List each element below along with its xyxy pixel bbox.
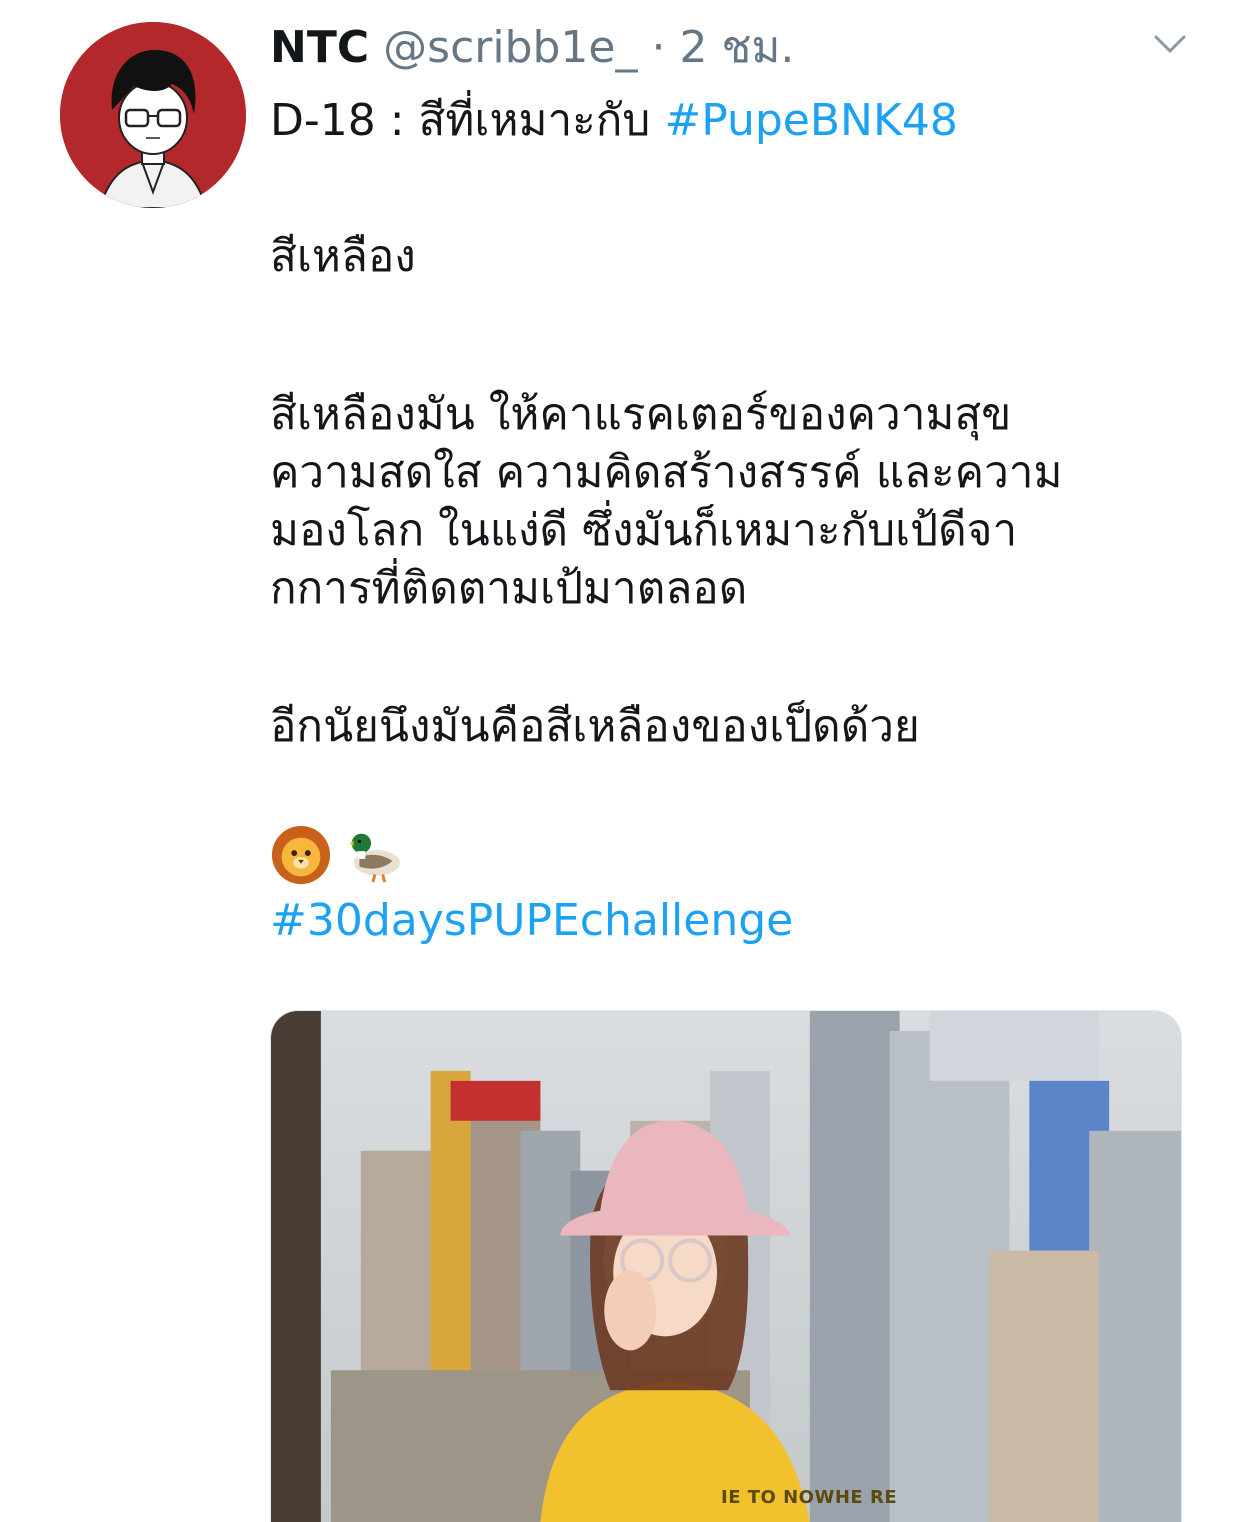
shirt-text: IE TO NOWHE RE <box>721 1487 898 1508</box>
display-name[interactable]: NTC <box>270 22 369 73</box>
user-handle[interactable]: @scribb1e_ <box>383 22 637 73</box>
avatar[interactable] <box>60 22 246 208</box>
hashtag-link[interactable]: #30daysPUPEchallenge <box>270 892 1200 950</box>
duck-emoji <box>342 824 404 886</box>
chevron-down-icon[interactable] <box>1150 26 1190 62</box>
paragraph-2-line: ความสดใส ความคิดสร้างสรรค์ และความ <box>270 447 1063 498</box>
tweet-photo[interactable]: IE TO NOWHE RE <box>270 1010 1182 1522</box>
emoji-row <box>270 824 1200 886</box>
paragraph-2-line: กการที่ติดตามเป้มาตลอด <box>270 563 748 614</box>
paragraph-2-line: มองโลก ในแง่ดี ซึ่งมันก็เหมาะกับเป้ดีจา <box>270 505 1018 556</box>
tweet-text: D-18 : สีที่เหมาะกับ #PupeBNK48 สีเหลือง… <box>270 92 1200 950</box>
lion-face-emoji <box>270 824 332 886</box>
paragraph-3: อีกนัยนึงมันคือสีเหลืองของเป็ดด้วย <box>270 701 920 752</box>
paragraph-2-line: สีเหลืองมัน ให้คาแรคเตอร์ของความสุข <box>270 389 1012 440</box>
timestamp[interactable]: 2 ชม. <box>680 22 795 73</box>
paragraph-1: สีเหลือง <box>270 231 416 282</box>
separator-dot: · <box>651 22 666 73</box>
tweet: NTC @scribb1e_ · 2 ชม. D-18 : สีที่เหมาะ… <box>0 0 1242 1522</box>
tweet-header: NTC @scribb1e_ · 2 ชม. <box>270 22 794 74</box>
tweet-line-1-text: D-18 : สีที่เหมาะกับ <box>270 95 665 146</box>
hashtag-link[interactable]: #PupeBNK48 <box>664 95 957 146</box>
tweet-line-1: D-18 : สีที่เหมาะกับ #PupeBNK48 <box>270 92 1200 150</box>
